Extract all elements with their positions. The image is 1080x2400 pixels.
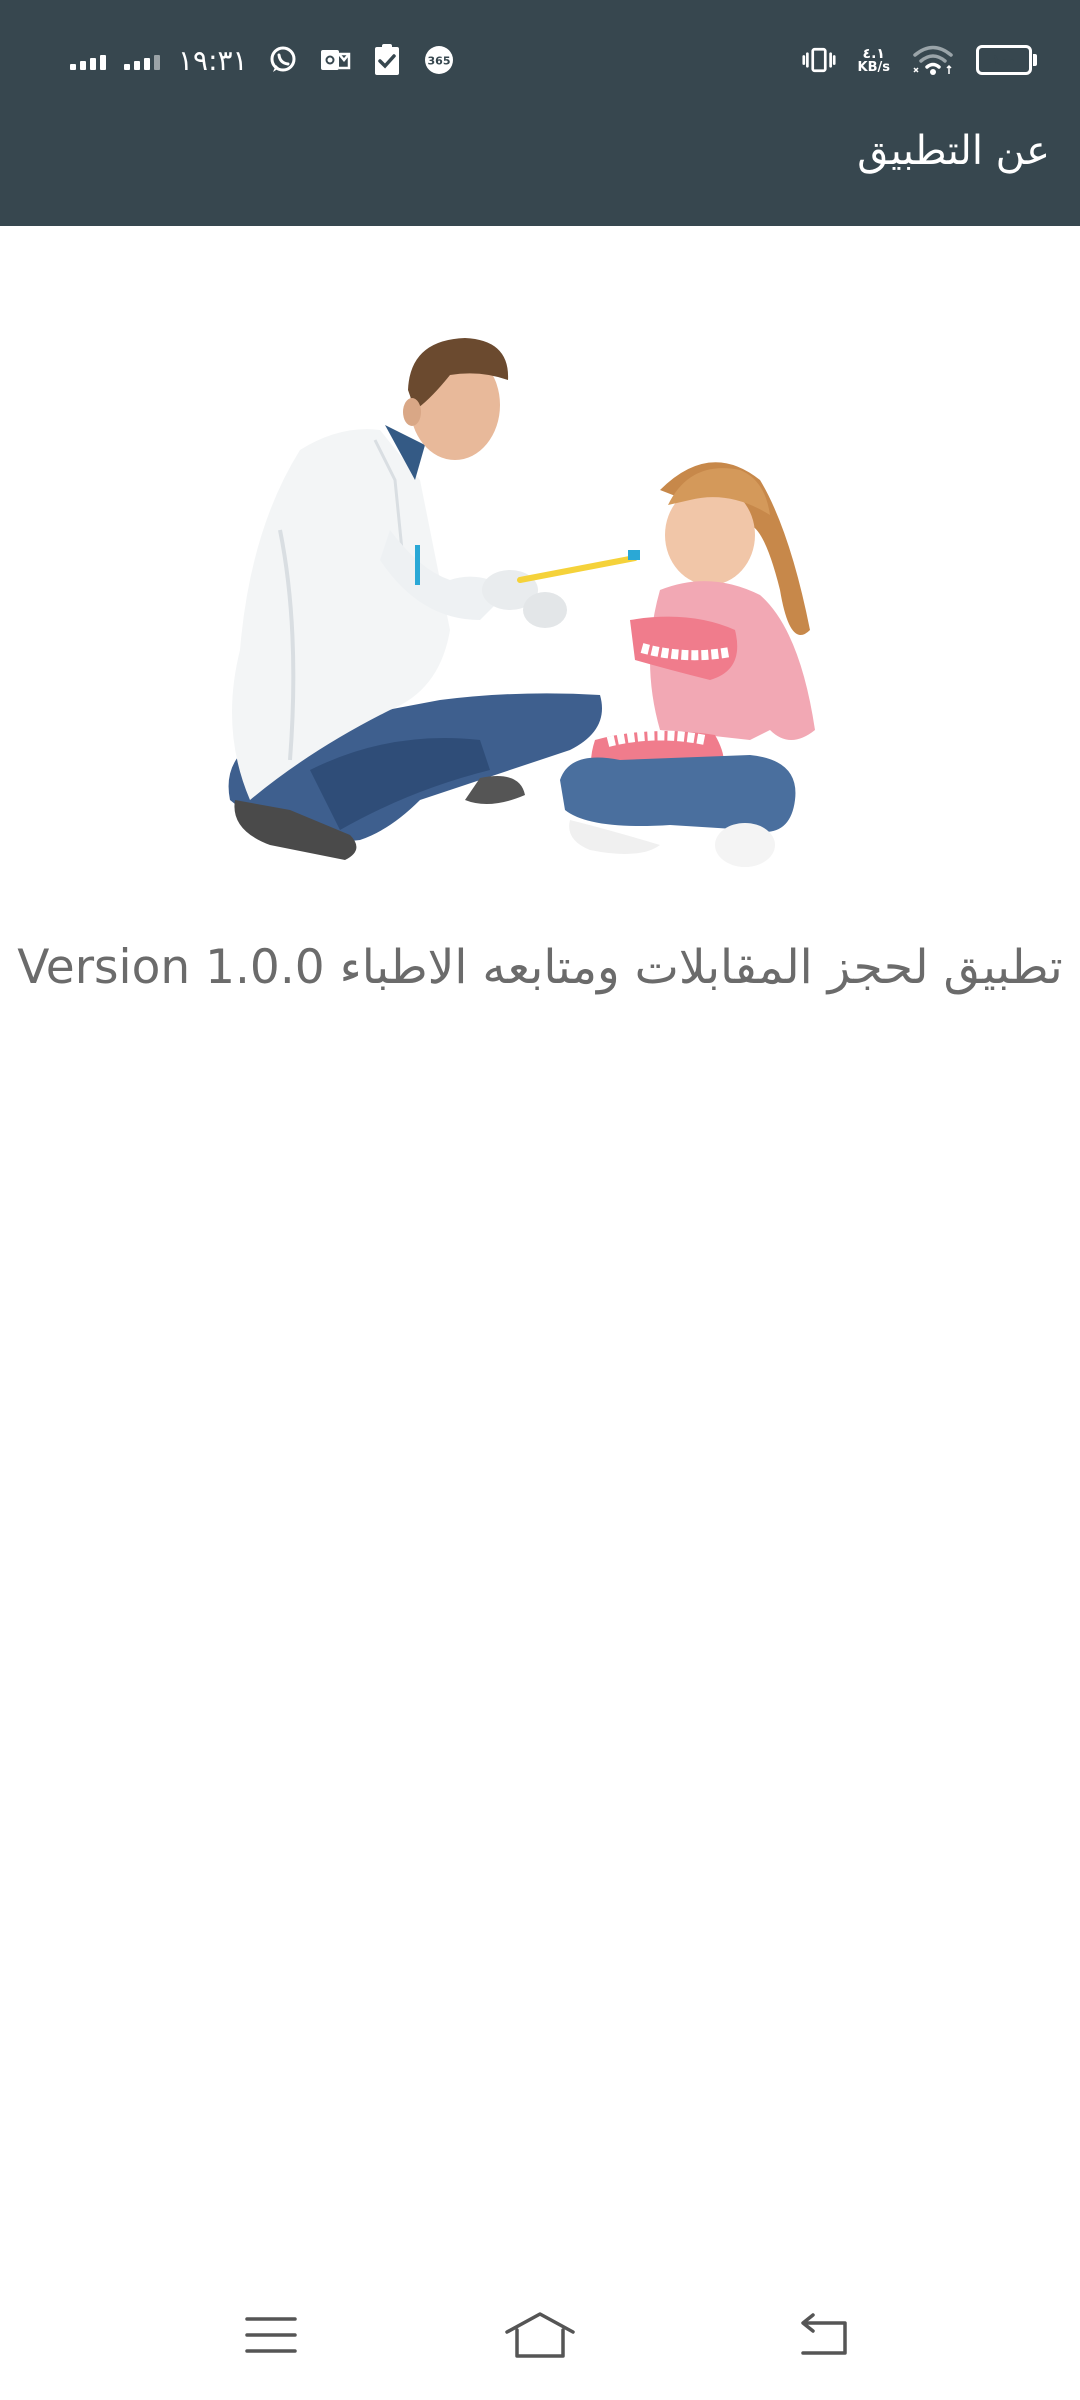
battery-level: ١٠٠ — [992, 52, 1016, 68]
page-title: عن التطبيق — [857, 128, 1050, 174]
navigation-bar — [0, 2290, 1080, 2380]
signal-strength-icon — [70, 50, 106, 70]
status-left-group: ١٩:٣١ 365 — [70, 40, 456, 80]
vibrate-icon — [801, 43, 836, 77]
battery-icon: ١٠٠ — [976, 45, 1037, 75]
hero-image — [190, 330, 890, 890]
app-bar: ١٩:٣١ 365 ٤.١ KB/s ١٠٠ عن التطبيق — [0, 0, 1080, 226]
office365-icon: 365 — [422, 43, 456, 77]
svg-text:365: 365 — [427, 55, 450, 68]
whatsapp-icon — [266, 43, 300, 77]
outlook-icon — [318, 43, 352, 77]
dentist-with-child-illustration — [228, 338, 815, 867]
app-description: تطبيق لحجز المقابلات ومتابعه الاطباء Ver… — [17, 940, 1063, 995]
back-icon[interactable] — [778, 2290, 868, 2380]
status-time: ١٩:٣١ — [178, 43, 248, 77]
home-icon[interactable] — [495, 2290, 585, 2380]
menu-icon[interactable] — [226, 2290, 316, 2380]
wifi-icon — [912, 43, 954, 77]
status-bar: ١٩:٣١ 365 ٤.١ KB/s ١٠٠ — [0, 0, 1080, 120]
net-speed-unit: KB/s — [857, 59, 890, 75]
status-right-group: ٤.١ KB/s ١٠٠ — [801, 38, 1037, 82]
net-speed-value: ٤.١ — [862, 45, 885, 62]
net-speed-indicator: ٤.١ KB/s — [858, 47, 890, 74]
clipboard-check-icon — [370, 43, 404, 77]
signal-strength-2-icon — [124, 50, 160, 70]
